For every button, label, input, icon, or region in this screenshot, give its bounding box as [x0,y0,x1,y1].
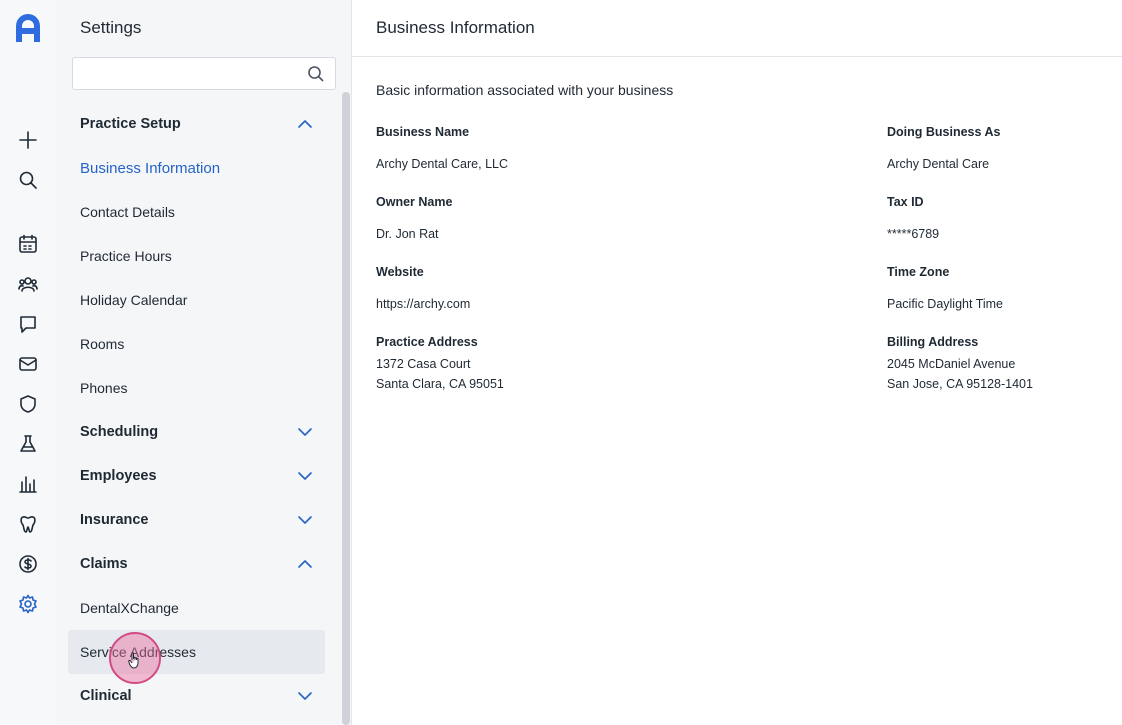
nav-section-label: Employees [80,468,157,484]
nav-item-label: Rooms [80,336,125,352]
search-icon[interactable] [307,65,325,83]
chevron-up-icon[interactable] [297,556,313,572]
field-label: Billing Address [887,335,979,349]
field-time-zone: Time Zone Pacific Daylight Time [887,265,1122,311]
page-title: Business Information [376,18,535,37]
field-value: Pacific Daylight Time [887,297,1004,311]
nav-item-label: DentalXChange [80,600,179,616]
field-practice-address: Practice Address 1372 Casa Court Santa C… [376,335,616,394]
field-value: Dr. Jon Rat [376,227,439,241]
settings-sidebar: Settings Practice Setup Business Informa… [56,0,352,725]
nav-section-label: Claims [80,556,128,572]
field-value: *****6789 [887,227,940,241]
nav-section-employees[interactable]: Employees [68,454,325,498]
chevron-down-icon[interactable] [297,468,313,484]
settings-search[interactable] [72,57,336,90]
dollar-icon[interactable] [16,552,40,576]
chat-icon[interactable] [16,312,40,336]
calendar-icon[interactable] [16,232,40,256]
sidebar-scrollbar-thumb[interactable] [342,92,350,725]
plus-icon[interactable] [16,128,40,152]
field-value: Archy Dental Care, LLC [376,157,509,171]
nav-item-practice-hours[interactable]: Practice Hours [68,234,325,278]
chevron-down-icon[interactable] [297,512,313,528]
nav-section-practice-setup[interactable]: Practice Setup [68,102,325,146]
search-icon[interactable] [16,168,40,192]
archy-logo-icon[interactable] [12,12,44,44]
flask-icon[interactable] [16,432,40,456]
icon-rail [0,0,56,725]
nav-item-business-information[interactable]: Business Information [68,146,325,190]
nav-item-label: Contact Details [80,204,175,220]
patients-icon[interactable] [16,272,40,296]
field-label: Owner Name [376,195,453,209]
field-label: Time Zone [887,265,950,279]
nav-item-service-addresses[interactable]: Service Addresses [68,630,325,674]
nav-section-clinical[interactable]: Clinical [68,674,325,718]
nav-item-rooms[interactable]: Rooms [68,322,325,366]
nav-section-label: Practice Setup [80,116,181,132]
address-line-2: Santa Clara, CA 95051 [376,377,504,391]
field-doing-business-as: Doing Business As Archy Dental Care [887,125,1122,171]
address-line-1: 2045 McDaniel Avenue [887,357,1016,371]
field-value: 2045 McDaniel Avenue San Jose, CA 95128-… [887,354,1122,394]
nav-item-label: Practice Hours [80,248,172,264]
field-owner-name: Owner Name Dr. Jon Rat [376,195,616,241]
nav-item-label: Holiday Calendar [80,292,188,308]
field-label: Practice Address [376,335,478,349]
search-input[interactable] [73,58,293,89]
field-value: https://archy.com [376,297,471,311]
field-billing-address: Billing Address 2045 McDaniel Avenue San… [887,335,1122,394]
field-business-name: Business Name Archy Dental Care, LLC [376,125,616,171]
nav-item-phones[interactable]: Phones [68,366,325,410]
main-header: Business Information [352,0,1122,57]
address-line-1: 1372 Casa Court [376,357,471,371]
nav-item-contact-details[interactable]: Contact Details [68,190,325,234]
field-label: Doing Business As [887,125,1001,139]
nav-section-claims[interactable]: Claims [68,542,325,586]
nav-section-scheduling[interactable]: Scheduling [68,410,325,454]
field-label: Business Name [376,125,470,139]
field-value: 1372 Casa Court Santa Clara, CA 95051 [376,354,616,394]
field-value: Archy Dental Care [887,157,990,171]
nav-section-insurance[interactable]: Insurance [68,498,325,542]
chevron-up-icon[interactable] [297,116,313,132]
nav-section-label: Clinical [80,688,132,704]
field-tax-id: Tax ID *****6789 [887,195,1122,241]
mail-icon[interactable] [16,352,40,376]
nav-item-label: Phones [80,380,128,396]
nav-item-dentalxchange[interactable]: DentalXChange [68,586,325,630]
nav-item-holiday-calendar[interactable]: Holiday Calendar [68,278,325,322]
main-content: Business Information Basic information a… [352,0,1122,725]
settings-nav: Practice Setup Business Information Cont… [68,102,325,718]
hand-cursor-icon [128,651,142,669]
field-website: Website https://archy.com [376,265,616,311]
chart-icon[interactable] [16,472,40,496]
chevron-down-icon[interactable] [297,688,313,704]
nav-section-label: Scheduling [80,424,159,440]
address-line-2: San Jose, CA 95128-1401 [887,377,1033,391]
field-label: Website [376,265,424,279]
chevron-down-icon[interactable] [297,424,313,440]
gear-icon[interactable] [16,592,40,616]
page-description: Basic information associated with your b… [376,82,674,98]
tooth-icon[interactable] [16,512,40,536]
nav-item-label: Business Information [80,159,221,177]
shield-icon[interactable] [16,392,40,416]
sidebar-title: Settings [80,18,142,37]
nav-section-label: Insurance [80,512,149,528]
field-label: Tax ID [887,195,924,209]
